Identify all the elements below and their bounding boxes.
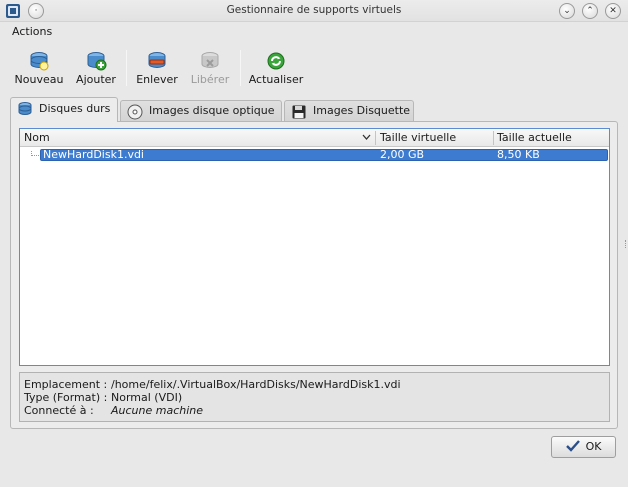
menu-actions[interactable]: Actions bbox=[12, 25, 52, 38]
details-box: Emplacement : /home/felix/.VirtualBox/Ha… bbox=[19, 372, 610, 422]
tab-hard-disks[interactable]: Disques durs bbox=[10, 97, 118, 122]
tab-hard-disks-label: Disques durs bbox=[39, 102, 111, 115]
type-label: Type (Format) : bbox=[24, 391, 108, 404]
location-value: /home/felix/.VirtualBox/HardDisks/NewHar… bbox=[111, 378, 401, 391]
column-header-actual-size[interactable]: Taille actuelle bbox=[493, 129, 609, 147]
tab-floppy-images[interactable]: Images Disquette bbox=[284, 100, 414, 121]
type-value: Normal (VDI) bbox=[111, 391, 183, 404]
checkmark-icon bbox=[565, 440, 580, 452]
release-button[interactable]: Libérer bbox=[188, 46, 232, 90]
window-title: Gestionnaire de supports virtuels bbox=[226, 4, 402, 16]
maximize-button[interactable]: ⌃ bbox=[582, 3, 598, 19]
attached-label: Connecté à : bbox=[24, 404, 94, 417]
minimize-button[interactable]: ⌄ bbox=[559, 3, 575, 19]
row-virtual-size: 2,00 GB bbox=[380, 148, 425, 161]
hard-disk-icon bbox=[18, 102, 32, 115]
tab-floppy-images-label: Images Disquette bbox=[313, 104, 411, 117]
remove-button-label: Enlever bbox=[136, 73, 178, 86]
table-row[interactable]: NewHardDisk1.vdi 2,00 GB 8,50 KB bbox=[40, 148, 608, 161]
ok-button-label: OK bbox=[585, 440, 602, 453]
menu-bar: Actions bbox=[0, 22, 628, 42]
add-button-label: Ajouter bbox=[76, 73, 116, 86]
new-button[interactable]: Nouveau bbox=[14, 46, 64, 90]
column-header-virtual-size-label: Taille virtuelle bbox=[380, 131, 457, 144]
list-header: Nom Taille virtuelle Taille actuelle bbox=[20, 129, 609, 147]
remove-disk-icon bbox=[148, 52, 166, 68]
tab-optical-images[interactable]: Images disque optique bbox=[120, 100, 282, 121]
add-disk-icon bbox=[87, 52, 107, 71]
new-disk-icon bbox=[30, 52, 49, 71]
title-bar: · Gestionnaire de supports virtuels ⌄ ⌃ … bbox=[0, 0, 628, 22]
toolbar-separator bbox=[126, 50, 127, 86]
column-header-name-label: Nom bbox=[24, 131, 50, 144]
release-disk-icon bbox=[201, 52, 219, 68]
tab-optical-images-label: Images disque optique bbox=[149, 104, 275, 117]
toolbar-separator bbox=[240, 50, 241, 86]
row-actual-size: 8,50 KB bbox=[497, 148, 540, 161]
column-header-actual-size-label: Taille actuelle bbox=[497, 131, 572, 144]
row-name: NewHardDisk1.vdi bbox=[43, 148, 144, 161]
column-header-virtual-size[interactable]: Taille virtuelle bbox=[376, 129, 493, 147]
tab-panel: Nom Taille virtuelle Taille actuelle New… bbox=[10, 121, 618, 429]
hard-disk-list[interactable]: Nom Taille virtuelle Taille actuelle New… bbox=[19, 128, 610, 366]
refresh-button[interactable]: Actualiser bbox=[248, 46, 304, 90]
toolbar: Nouveau Ajouter Enlever Libérer Actualis… bbox=[0, 46, 628, 90]
release-button-label: Libérer bbox=[190, 73, 230, 86]
sort-chevron-down-icon[interactable] bbox=[362, 134, 371, 141]
new-button-label: Nouveau bbox=[14, 73, 64, 86]
remove-button[interactable]: Enlever bbox=[134, 46, 180, 90]
location-label: Emplacement : bbox=[24, 378, 108, 391]
ok-button[interactable]: OK bbox=[551, 436, 616, 458]
refresh-icon bbox=[267, 52, 285, 70]
attached-value: Aucune machine bbox=[111, 404, 204, 417]
floppy-disk-icon bbox=[292, 105, 306, 119]
column-header-name[interactable]: Nom bbox=[20, 129, 376, 147]
add-button[interactable]: Ajouter bbox=[73, 46, 119, 90]
close-button[interactable]: ✕ bbox=[605, 3, 621, 19]
optical-disc-icon bbox=[127, 104, 143, 120]
refresh-button-label: Actualiser bbox=[248, 73, 304, 86]
